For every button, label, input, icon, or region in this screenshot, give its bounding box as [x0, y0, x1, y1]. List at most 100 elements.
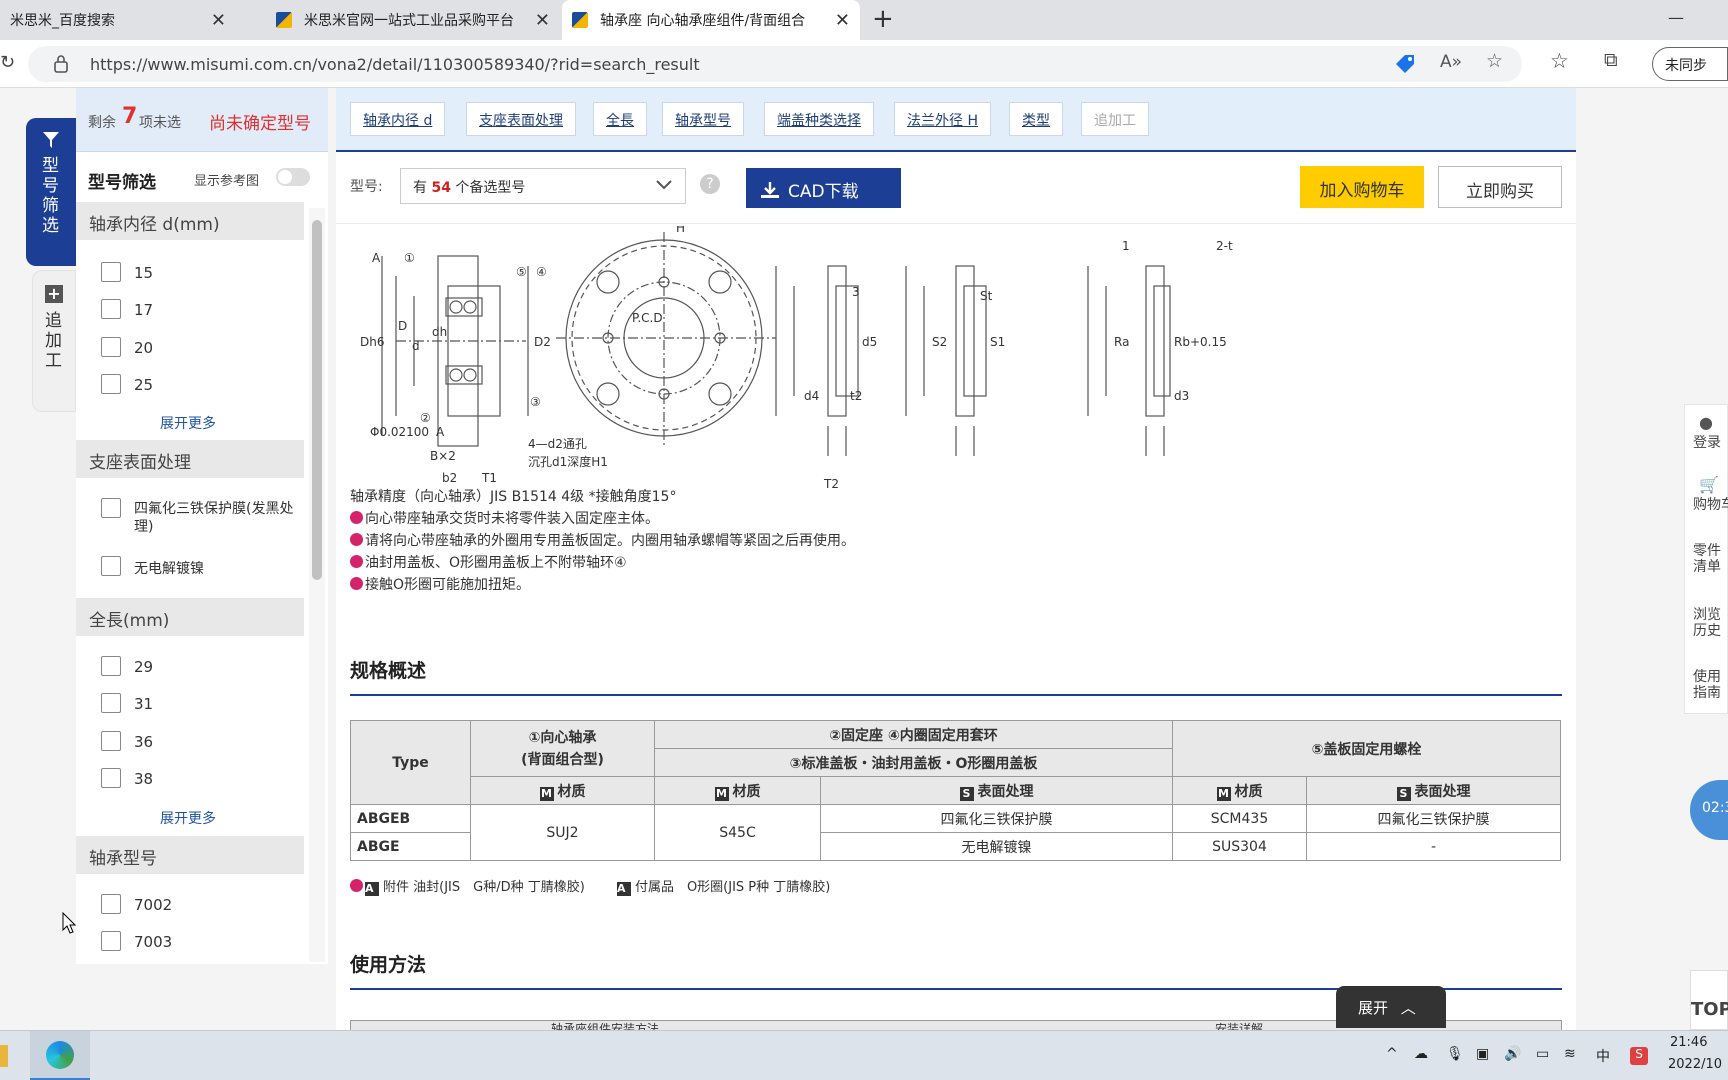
- close-icon[interactable]: ✕: [835, 10, 850, 31]
- pin-icon: [350, 533, 363, 546]
- checkbox-36[interactable]: [101, 731, 121, 751]
- crumb-surface-treatment[interactable]: 支座表面处理: [466, 102, 576, 136]
- ime-indicator[interactable]: 中: [1596, 1046, 1610, 1066]
- note-item: 接触O形圈可能施加扭矩。: [350, 574, 530, 594]
- show-more-link[interactable]: 展开更多: [160, 413, 216, 433]
- tab-bearing-detail[interactable]: 轴承座 向心轴承座组件/背面组合 ✕: [562, 0, 860, 40]
- option-label: 四氟化三铁保护膜(发黑处理): [134, 501, 294, 535]
- profile-sync-button[interactable]: 未同步: [1652, 47, 1728, 81]
- drawing-label: D2: [534, 335, 551, 349]
- tray-chevron-up-icon[interactable]: ^: [1386, 1046, 1398, 1062]
- file-explorer-icon[interactable]: [0, 1045, 8, 1067]
- bolt-material-cell: SCM435: [1172, 804, 1307, 833]
- coupon-tag-icon[interactable]: [1394, 54, 1416, 74]
- buy-now-button[interactable]: 立即购买: [1438, 166, 1562, 208]
- section-surface-treatment[interactable]: 支座表面处理: [76, 440, 304, 478]
- url-field[interactable]: https://www.misumi.com.cn/vona2/detail/1…: [28, 46, 1522, 82]
- clock-time[interactable]: 21:46: [1670, 1035, 1707, 1050]
- section-overall-length[interactable]: 全長(mm): [76, 598, 304, 636]
- cad-download-button[interactable]: CAD下载: [746, 168, 901, 208]
- drawing-label: ②: [420, 411, 431, 425]
- table-row: ABGEB SUJ2 S45C 四氟化三铁保护膜 SCM435 四氟化三铁保护膜: [350, 804, 1561, 861]
- header-bearing-line2: (背面组合型): [521, 751, 604, 768]
- read-aloud-icon[interactable]: A»: [1440, 52, 1462, 72]
- crumb-cover-type[interactable]: 端盖种类选择: [764, 102, 874, 136]
- checkbox-nickel[interactable]: [101, 556, 121, 576]
- crumb-bearing-inner-diameter[interactable]: 轴承内径 d: [350, 102, 446, 136]
- checkbox-20[interactable]: [101, 337, 121, 357]
- type-cell: ABGE: [350, 832, 471, 861]
- tab-baidu[interactable]: 米思米_百度搜索 ✕: [0, 0, 236, 40]
- drawing-label: D: [398, 319, 407, 333]
- add-favorite-icon[interactable]: ☆: [1486, 50, 1503, 72]
- checkbox-7002[interactable]: [101, 894, 121, 914]
- option-label: 20: [134, 339, 154, 357]
- close-icon[interactable]: ✕: [211, 10, 226, 31]
- add-to-cart-button[interactable]: 加入购物车: [1300, 166, 1424, 208]
- checkbox-38[interactable]: [101, 768, 121, 788]
- close-icon[interactable]: ✕: [535, 10, 550, 31]
- extra-processing-side-tab[interactable]: + 追加工: [32, 270, 76, 412]
- crumb-overall-length[interactable]: 全長: [593, 102, 647, 136]
- crumb-flange-diameter[interactable]: 法兰外径 H: [894, 102, 991, 136]
- material-mark-icon: M: [1216, 786, 1231, 801]
- filter-scrollbar[interactable]: [309, 208, 325, 962]
- favorites-icon[interactable]: ☆: [1550, 49, 1569, 73]
- usage-title: 使用方法: [350, 954, 427, 976]
- drawing-label: T1: [481, 471, 497, 485]
- new-tab-button[interactable]: +: [872, 4, 894, 34]
- pin-icon: [350, 879, 363, 892]
- battery-icon[interactable]: ▭: [1536, 1046, 1549, 1062]
- expand-button[interactable]: 展开 ︿: [1336, 986, 1446, 1028]
- drawing-label: 1: [1122, 239, 1130, 253]
- tab-misumi-home[interactable]: 米思米官网一站式工业品采购平台 ✕: [266, 0, 560, 40]
- guide-link[interactable]: 使用指南: [1693, 669, 1723, 701]
- checkbox-25[interactable]: [101, 374, 121, 394]
- checkbox-7003[interactable]: [101, 931, 121, 951]
- checkbox-17[interactable]: [101, 299, 121, 319]
- expand-label: 展开: [1358, 999, 1389, 1017]
- section-bearing-model[interactable]: 轴承型号: [76, 836, 304, 874]
- collections-icon[interactable]: ⧉: [1604, 49, 1618, 71]
- option-label: 17: [134, 301, 154, 319]
- checkbox-15[interactable]: [101, 262, 121, 282]
- crumb-type[interactable]: 类型: [1009, 102, 1063, 136]
- onedrive-icon[interactable]: ☁: [1414, 1046, 1428, 1062]
- microphone-icon[interactable]: 🎙: [1446, 1046, 1464, 1062]
- drawing-label: B×2: [430, 449, 456, 463]
- cart-icon: 🛒: [1699, 475, 1719, 494]
- drawing-label: d4: [804, 389, 819, 403]
- scroll-thumb[interactable]: [312, 220, 322, 580]
- login-link[interactable]: 登录: [1693, 435, 1728, 451]
- history-link[interactable]: 浏览历史: [1693, 607, 1723, 639]
- pin-icon: [350, 577, 363, 590]
- show-ref-label: 显示参考图: [194, 174, 260, 189]
- wifi-icon[interactable]: ≋: [1564, 1046, 1576, 1062]
- show-more-link[interactable]: 展开更多: [160, 808, 216, 828]
- sogou-icon[interactable]: S: [1630, 1047, 1648, 1065]
- drawing-label: Φ0.02100: [370, 425, 429, 439]
- drawing-label: Rb+0.15: [1174, 335, 1227, 349]
- cart-link[interactable]: 购物车: [1693, 497, 1728, 513]
- refresh-icon[interactable]: ↻: [0, 52, 15, 73]
- drawing-label: St: [980, 289, 993, 303]
- drawing-label: b2: [442, 471, 457, 485]
- checkbox-31[interactable]: [101, 693, 121, 713]
- volume-icon[interactable]: 🔊: [1504, 1046, 1521, 1062]
- monitor-icon[interactable]: ▣: [1476, 1046, 1489, 1062]
- header-type: Type: [350, 720, 471, 805]
- filter-side-tab[interactable]: 型号筛选: [26, 118, 76, 266]
- section-bearing-inner-diameter[interactable]: 轴承内径 d(mm): [76, 202, 304, 240]
- help-icon[interactable]: ?: [700, 174, 720, 194]
- drawing-label: ⑤: [516, 265, 527, 279]
- minimize-button[interactable]: —: [1668, 8, 1684, 27]
- clock-date[interactable]: 2022/10: [1668, 1057, 1722, 1072]
- show-ref-toggle[interactable]: [276, 168, 310, 186]
- crumb-bearing-model[interactable]: 轴承型号: [662, 102, 744, 136]
- edge-taskbar-button[interactable]: [30, 1031, 90, 1080]
- checkbox-29[interactable]: [101, 656, 121, 676]
- model-select[interactable]: 有 54 个备选型号: [400, 168, 686, 204]
- back-to-top-button[interactable]: TOP: [1690, 970, 1728, 1030]
- checkbox-black-oxide[interactable]: [101, 498, 121, 518]
- parts-list-link[interactable]: 零件清单: [1693, 543, 1723, 575]
